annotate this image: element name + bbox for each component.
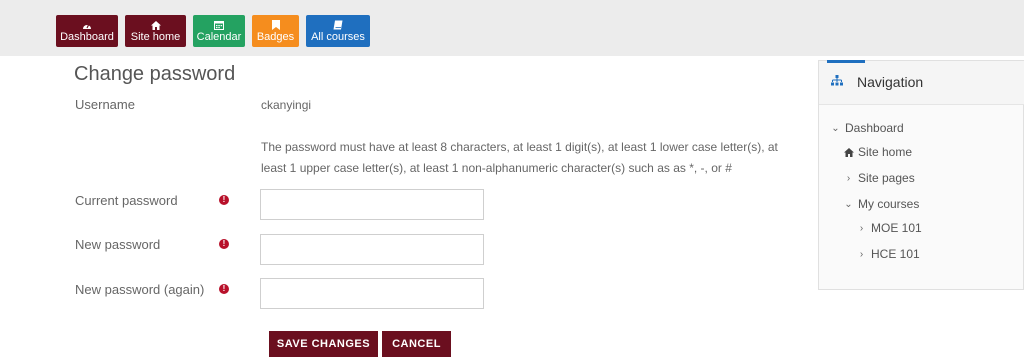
nav-item-label: MOE 101 bbox=[871, 221, 922, 235]
calendar-button[interactable]: Calendar bbox=[193, 15, 245, 47]
chevron-right-icon: › bbox=[859, 222, 864, 234]
password-policy-text: The password must have at least 8 charac… bbox=[261, 140, 778, 175]
exclamation-circle-icon: ! bbox=[219, 284, 229, 294]
nav-item-label: Site home bbox=[858, 145, 913, 159]
nav-item-label: Dashboard bbox=[845, 121, 904, 135]
username-label: Username bbox=[75, 97, 135, 112]
dashboard-button[interactable]: Dashboard bbox=[56, 15, 118, 47]
dashboard-icon bbox=[83, 23, 91, 29]
nav-item-dashboard[interactable]: ⌄ Dashboard bbox=[831, 121, 904, 135]
nav-item-hce-101[interactable]: › HCE 101 bbox=[857, 247, 920, 261]
save-changes-button[interactable]: SAVE CHANGES bbox=[269, 331, 378, 357]
chevron-down-icon: ⌄ bbox=[831, 122, 840, 134]
nav-item-label: My courses bbox=[858, 197, 920, 211]
nav-item-my-courses[interactable]: ⌄ My courses bbox=[844, 197, 919, 211]
nav-item-label: HCE 101 bbox=[871, 247, 920, 261]
exclamation-circle-icon: ! bbox=[219, 195, 229, 205]
new-password-label: New password bbox=[75, 237, 161, 252]
site-home-button[interactable]: Site home bbox=[125, 15, 186, 47]
all-courses-button-label: All courses bbox=[311, 31, 365, 43]
new-password-again-input[interactable] bbox=[260, 278, 484, 309]
navigation-block: Navigation ⌄ Dashboard Site home › Site … bbox=[818, 60, 1024, 290]
current-password-label: Current password bbox=[75, 193, 178, 208]
badges-button[interactable]: Badges bbox=[252, 15, 299, 47]
bookmark-icon bbox=[271, 20, 280, 30]
current-password-input[interactable] bbox=[260, 189, 484, 220]
site-home-button-label: Site home bbox=[130, 30, 181, 43]
new-password-input[interactable] bbox=[260, 234, 484, 265]
nav-item-moe-101[interactable]: › MOE 101 bbox=[857, 221, 922, 235]
nav-item-site-pages[interactable]: › Site pages bbox=[844, 171, 915, 185]
top-toolbar: Dashboard Site home Calendar Badges All … bbox=[0, 0, 1024, 56]
page-title: Change password bbox=[74, 63, 236, 85]
sitemap-icon bbox=[831, 75, 843, 86]
book-icon bbox=[333, 20, 343, 30]
nav-item-label: Site pages bbox=[858, 171, 915, 185]
cancel-button[interactable]: CANCEL bbox=[382, 331, 451, 357]
navigation-title: Navigation bbox=[857, 74, 924, 90]
home-icon bbox=[844, 147, 854, 157]
navigation-header: Navigation bbox=[819, 60, 1024, 105]
calendar-button-label: Calendar bbox=[196, 31, 242, 43]
new-password-again-label: New password (again) bbox=[75, 282, 205, 297]
calendar-icon bbox=[214, 21, 224, 30]
chevron-right-icon: › bbox=[859, 248, 864, 260]
nav-item-site-home[interactable]: Site home bbox=[844, 145, 912, 159]
all-courses-button[interactable]: All courses bbox=[306, 15, 370, 47]
dashboard-button-label: Dashboard bbox=[60, 30, 114, 43]
navigation-header-accent bbox=[827, 60, 865, 63]
chevron-down-icon: ⌄ bbox=[844, 198, 853, 210]
home-icon bbox=[150, 20, 161, 30]
badges-button-label: Badges bbox=[256, 31, 295, 43]
chevron-right-icon: › bbox=[846, 172, 851, 184]
username-value: ckanyingi bbox=[261, 98, 312, 112]
exclamation-circle-icon: ! bbox=[219, 239, 229, 249]
